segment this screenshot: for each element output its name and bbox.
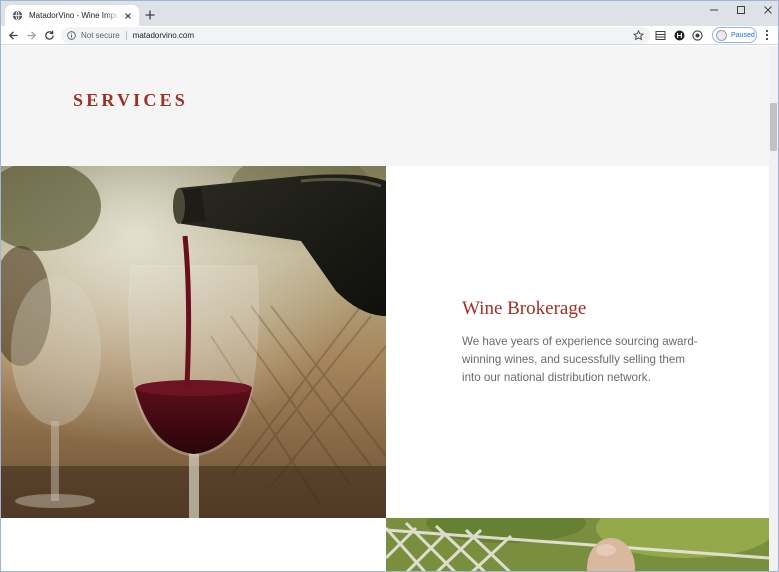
arrow-right-icon [26,30,36,40]
wine-pouring-image [1,166,386,518]
extension-globe-icon[interactable] [692,30,703,41]
globe-icon [12,10,23,21]
star-icon[interactable] [633,30,644,41]
tab-title: MatadorVino - Wine Importer and Distribu… [29,11,119,20]
tab-matadorvino[interactable]: MatadorVino - Wine Importer and Distribu… [5,5,139,26]
service-wine-brokerage: Wine Brokerage We have years of experien… [462,298,702,387]
address-bar[interactable]: Not secure matadorvino.com [61,27,651,44]
reload-button[interactable] [42,28,56,42]
service-title: Wine Brokerage [462,298,587,319]
maximize-icon [737,6,745,14]
wine-pouring-photo [1,166,386,518]
portrait-photo [386,518,769,571]
back-button[interactable] [6,28,20,42]
browser-toolbar: Not secure matadorvino.com Paused [1,26,778,45]
url-text[interactable]: matadorvino.com [133,31,194,40]
services-header-band: SERVICES [1,46,769,166]
reload-icon [44,30,54,40]
security-label: Not secure [81,31,120,40]
section-title: SERVICES [73,90,189,110]
page-scrollbar[interactable] [769,46,778,571]
info-icon[interactable] [67,31,76,40]
page-viewport: SERVICES Wine Brokerage We have years of… [1,46,769,571]
browser-window: MatadorVino - Wine Importer and Distribu… [0,0,779,572]
extension-reader-icon[interactable] [655,30,666,41]
arrow-left-icon [8,30,18,40]
close-icon[interactable] [123,11,133,21]
tab-strip: MatadorVino - Wine Importer and Distribu… [1,1,778,26]
forward-button[interactable] [24,28,38,42]
minimize-icon [710,9,718,11]
omnibox-divider [125,31,127,40]
extension-h-icon[interactable] [674,30,685,41]
kebab-menu-icon[interactable] [762,29,772,41]
garden-portrait-image [386,518,769,571]
close-icon [764,6,772,14]
profile-status: Paused [731,31,755,39]
close-window-button[interactable] [752,1,778,19]
profile-button[interactable]: Paused [712,27,757,43]
avatar [716,29,727,41]
service-description: We have years of experience sourcing awa… [462,335,698,384]
plus-icon[interactable] [144,9,156,21]
scrollbar-thumb[interactable] [770,103,777,151]
